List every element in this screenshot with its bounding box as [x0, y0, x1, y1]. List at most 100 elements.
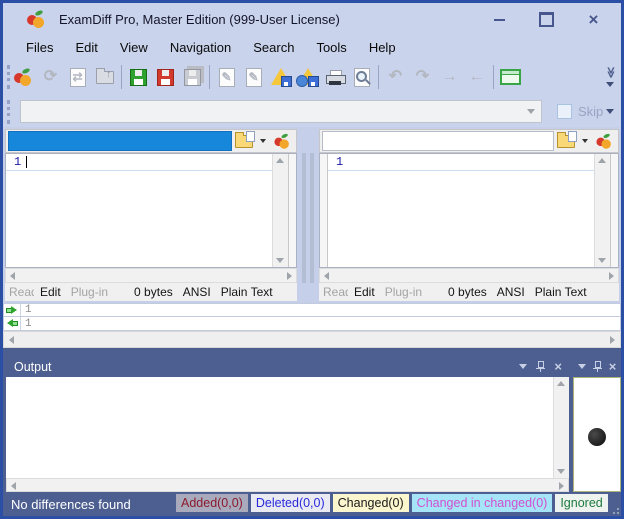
undo-button[interactable]: ↶ — [382, 64, 409, 91]
left-vertical-scrollbar[interactable] — [272, 154, 288, 267]
title-bar[interactable]: ExamDiff Pro, Master Edition (999-User L… — [3, 3, 621, 36]
left-editor-pane[interactable]: 1 — [5, 153, 297, 268]
panel-menu-icon[interactable] — [578, 364, 586, 369]
prev-diff-button[interactable]: ← — [463, 64, 490, 91]
scroll-left-icon[interactable] — [324, 272, 329, 280]
left-editor-text[interactable]: 1 — [6, 154, 272, 267]
left-diff-map[interactable] — [288, 154, 296, 267]
output-panel-header[interactable]: Output × — [6, 356, 569, 377]
panel-menu-icon[interactable] — [519, 364, 527, 369]
right-readonly-indicator[interactable]: Read — [323, 285, 348, 299]
row-options-dropdown[interactable] — [606, 109, 614, 114]
toolbar-options-dropdown[interactable] — [606, 82, 614, 87]
left-encoding[interactable]: ANSI — [183, 285, 211, 299]
right-compare-button[interactable] — [592, 131, 616, 151]
recompare-button[interactable]: ⟳ — [37, 64, 64, 91]
close-icon[interactable]: × — [609, 360, 617, 373]
left-syntax[interactable]: Plain Text — [221, 285, 273, 299]
right-diff-map[interactable] — [610, 154, 618, 267]
scroll-up-icon[interactable] — [276, 158, 284, 163]
right-browse-button[interactable] — [554, 131, 578, 151]
copy-to-right-icon[interactable] — [6, 306, 18, 315]
options-button[interactable] — [497, 64, 524, 91]
menu-search[interactable]: Search — [242, 38, 305, 57]
scroll-up-icon[interactable] — [598, 158, 606, 163]
statistics-panel-header[interactable]: × — [573, 356, 621, 377]
save-diff-button[interactable] — [267, 64, 294, 91]
save-first-button[interactable] — [125, 64, 152, 91]
menu-help[interactable]: Help — [358, 38, 407, 57]
right-diff-map-left[interactable] — [320, 154, 328, 267]
scroll-left-icon[interactable] — [11, 482, 16, 490]
toolbar-overflow-button[interactable]: ≫ — [605, 67, 616, 79]
output-horizontal-scrollbar[interactable] — [6, 478, 569, 492]
left-horizontal-scrollbar[interactable] — [5, 268, 297, 283]
scroll-left-icon[interactable] — [9, 336, 14, 344]
edit-first-button[interactable]: ✎ — [213, 64, 240, 91]
scroll-right-icon[interactable] — [559, 482, 564, 490]
close-icon[interactable]: × — [554, 360, 562, 373]
left-browse-button[interactable] — [232, 131, 256, 151]
scroll-up-icon[interactable] — [557, 381, 565, 386]
row-grip[interactable] — [7, 100, 10, 124]
skip-checkbox[interactable] — [557, 104, 572, 119]
print-button[interactable] — [321, 64, 348, 91]
right-editor-text[interactable]: 1 — [328, 154, 594, 267]
save-both-button[interactable] — [179, 64, 206, 91]
menu-tools[interactable]: Tools — [305, 38, 357, 57]
refresh-icon: ⟳ — [44, 69, 57, 85]
right-vertical-scrollbar[interactable] — [594, 154, 610, 267]
diff-line-row[interactable]: 1 — [3, 317, 621, 331]
right-horizontal-scrollbar[interactable] — [319, 268, 619, 283]
scroll-left-icon[interactable] — [10, 272, 15, 280]
compare-button[interactable] — [10, 64, 37, 91]
scroll-down-icon[interactable] — [557, 469, 565, 474]
menu-navigation[interactable]: Navigation — [159, 38, 242, 57]
right-file-path-input[interactable] — [322, 131, 554, 151]
pane-splitter[interactable] — [310, 153, 314, 283]
scroll-down-icon[interactable] — [598, 258, 606, 263]
diff-horizontal-scrollbar[interactable] — [3, 331, 621, 348]
pin-icon[interactable] — [593, 361, 602, 372]
scroll-right-icon[interactable] — [609, 272, 614, 280]
scroll-right-icon[interactable] — [610, 336, 615, 344]
minimize-button[interactable] — [476, 3, 523, 36]
resize-grip[interactable] — [608, 503, 619, 514]
left-path-dropdown[interactable] — [256, 139, 270, 143]
combobox-dropdown-icon[interactable] — [527, 109, 535, 114]
maximize-button[interactable] — [523, 3, 570, 36]
left-compare-button[interactable] — [270, 131, 294, 151]
print-preview-button[interactable] — [348, 64, 375, 91]
menu-edit[interactable]: Edit — [64, 38, 108, 57]
options-combobox[interactable] — [20, 100, 542, 123]
right-encoding[interactable]: ANSI — [497, 285, 525, 299]
output-vertical-scrollbar[interactable] — [553, 377, 569, 478]
edit-second-button[interactable]: ✎ — [240, 64, 267, 91]
text-caret — [26, 156, 27, 168]
right-plugin-indicator[interactable]: Plug-in — [385, 285, 422, 299]
right-path-dropdown[interactable] — [578, 139, 592, 143]
pane-splitter[interactable] — [302, 153, 306, 283]
skip-checkbox-group[interactable]: Skip — [557, 104, 603, 119]
save-diff-html-button[interactable] — [294, 64, 321, 91]
right-edit-mode[interactable]: Edit — [354, 285, 375, 299]
save-second-button[interactable] — [152, 64, 179, 91]
menu-files[interactable]: Files — [15, 38, 64, 57]
copy-to-left-icon[interactable] — [6, 319, 18, 328]
close-button[interactable]: × — [570, 3, 617, 36]
right-editor-pane[interactable]: 1 — [319, 153, 619, 268]
open-session-button[interactable]: ↑ — [91, 64, 118, 91]
scroll-down-icon[interactable] — [276, 258, 284, 263]
menu-view[interactable]: View — [109, 38, 159, 57]
right-syntax[interactable]: Plain Text — [535, 285, 587, 299]
next-diff-button[interactable]: → — [436, 64, 463, 91]
left-plugin-indicator[interactable]: Plug-in — [71, 285, 108, 299]
pin-icon[interactable] — [536, 361, 545, 372]
diff-line-row[interactable]: 1 — [3, 303, 621, 317]
left-file-path-input[interactable] — [8, 131, 232, 151]
redo-button[interactable]: ↷ — [409, 64, 436, 91]
left-readonly-indicator[interactable]: Read — [9, 285, 34, 299]
scroll-right-icon[interactable] — [287, 272, 292, 280]
swap-panes-button[interactable]: ⇄ — [64, 64, 91, 91]
left-edit-mode[interactable]: Edit — [40, 285, 61, 299]
